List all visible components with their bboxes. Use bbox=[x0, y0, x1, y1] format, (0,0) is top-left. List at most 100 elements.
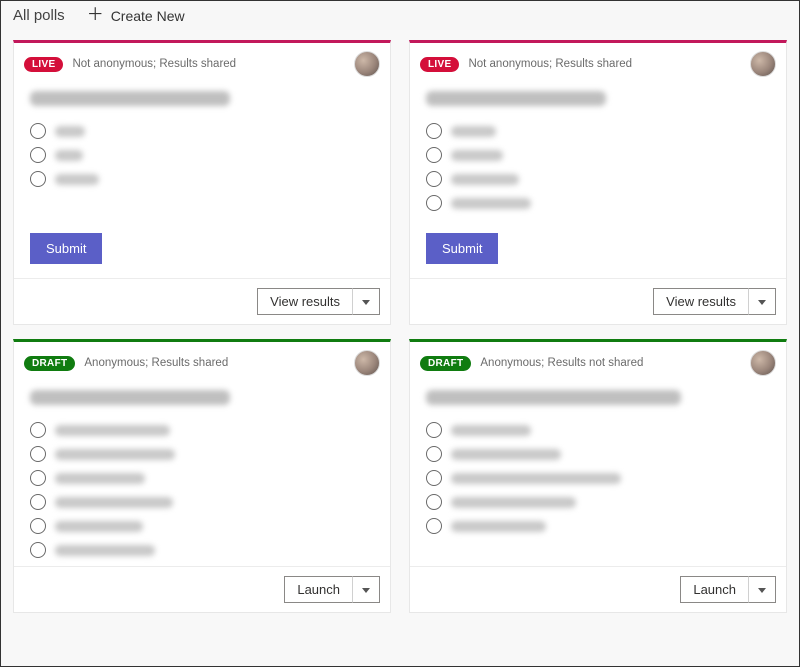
poll-option[interactable] bbox=[426, 470, 770, 486]
poll-card-footer: Launch bbox=[14, 566, 390, 612]
radio-icon bbox=[30, 470, 46, 486]
poll-card: DRAFT Anonymous; Results not shared Launch bbox=[409, 339, 787, 613]
poll-option[interactable] bbox=[30, 147, 374, 163]
submit-button[interactable]: Submit bbox=[30, 233, 102, 264]
view-results-split-button: View results bbox=[257, 288, 380, 315]
poll-option[interactable] bbox=[426, 422, 770, 438]
avatar bbox=[750, 51, 776, 77]
poll-card-header: DRAFT Anonymous; Results not shared bbox=[410, 342, 786, 380]
toolbar: All polls ＋ Create New bbox=[1, 1, 799, 30]
poll-option[interactable] bbox=[30, 518, 374, 534]
poll-option-label bbox=[55, 126, 85, 137]
create-new-button[interactable]: ＋ Create New bbox=[87, 7, 185, 24]
poll-option-label bbox=[451, 174, 519, 185]
poll-option-label bbox=[451, 198, 531, 209]
poll-card-header: LIVE Not anonymous; Results shared bbox=[410, 43, 786, 81]
submit-row: Submit bbox=[14, 219, 390, 278]
radio-icon bbox=[426, 494, 442, 510]
poll-option[interactable] bbox=[426, 195, 770, 211]
radio-icon bbox=[426, 518, 442, 534]
poll-meta-text: Anonymous; Results not shared bbox=[480, 357, 643, 369]
launch-button[interactable]: Launch bbox=[680, 576, 748, 603]
dropdown-button[interactable] bbox=[352, 576, 380, 603]
launch-button[interactable]: Launch bbox=[284, 576, 352, 603]
submit-row: Submit bbox=[410, 219, 786, 278]
poll-card-body bbox=[14, 81, 390, 219]
poll-option-label bbox=[55, 473, 145, 484]
create-new-label: Create New bbox=[111, 8, 185, 24]
radio-icon bbox=[30, 446, 46, 462]
poll-option-label bbox=[451, 126, 496, 137]
poll-option[interactable] bbox=[426, 123, 770, 139]
view-results-split-button: View results bbox=[653, 288, 776, 315]
poll-card-body bbox=[14, 380, 390, 566]
poll-meta-text: Not anonymous; Results shared bbox=[468, 58, 632, 70]
poll-option[interactable] bbox=[426, 147, 770, 163]
poll-option-label bbox=[451, 150, 503, 161]
poll-option-label bbox=[451, 425, 531, 436]
poll-card: LIVE Not anonymous; Results shared Submit V… bbox=[409, 40, 787, 325]
dropdown-button[interactable] bbox=[748, 288, 776, 315]
poll-option[interactable] bbox=[426, 446, 770, 462]
radio-icon bbox=[30, 147, 46, 163]
poll-option[interactable] bbox=[426, 171, 770, 187]
plus-icon: ＋ bbox=[87, 6, 104, 23]
radio-icon bbox=[30, 518, 46, 534]
poll-question bbox=[30, 390, 230, 405]
polls-grid: LIVE Not anonymous; Results shared Submit V… bbox=[1, 30, 799, 625]
radio-icon bbox=[30, 494, 46, 510]
view-results-button[interactable]: View results bbox=[653, 288, 748, 315]
poll-question bbox=[426, 390, 681, 405]
poll-option[interactable] bbox=[30, 422, 374, 438]
poll-meta-text: Not anonymous; Results shared bbox=[72, 58, 236, 70]
poll-option-label bbox=[55, 545, 155, 556]
submit-button[interactable]: Submit bbox=[426, 233, 498, 264]
poll-option-label bbox=[55, 150, 83, 161]
poll-option-label bbox=[55, 521, 143, 532]
poll-option[interactable] bbox=[30, 470, 374, 486]
poll-option-label bbox=[55, 174, 99, 185]
poll-card: DRAFT Anonymous; Results shared Launch bbox=[13, 339, 391, 613]
poll-option-label bbox=[451, 521, 546, 532]
radio-icon bbox=[30, 123, 46, 139]
radio-icon bbox=[30, 422, 46, 438]
poll-card-body bbox=[410, 81, 786, 219]
view-results-button[interactable]: View results bbox=[257, 288, 352, 315]
radio-icon bbox=[426, 422, 442, 438]
status-badge: DRAFT bbox=[24, 356, 75, 371]
radio-icon bbox=[426, 470, 442, 486]
chevron-down-icon bbox=[758, 300, 766, 305]
poll-card: LIVE Not anonymous; Results shared Submit V… bbox=[13, 40, 391, 325]
poll-option[interactable] bbox=[30, 446, 374, 462]
status-badge: DRAFT bbox=[420, 356, 471, 371]
poll-option-label bbox=[451, 473, 621, 484]
poll-meta-text: Anonymous; Results shared bbox=[84, 357, 228, 369]
dropdown-button[interactable] bbox=[352, 288, 380, 315]
launch-split-button: Launch bbox=[680, 576, 776, 603]
poll-option-label bbox=[55, 497, 173, 508]
radio-icon bbox=[426, 446, 442, 462]
poll-option-label bbox=[451, 497, 576, 508]
chevron-down-icon bbox=[758, 588, 766, 593]
poll-question bbox=[30, 91, 230, 106]
poll-option[interactable] bbox=[426, 494, 770, 510]
status-badge: LIVE bbox=[420, 57, 459, 72]
poll-option[interactable] bbox=[30, 542, 374, 558]
poll-card-footer: Launch bbox=[410, 566, 786, 612]
poll-option-label bbox=[55, 425, 170, 436]
status-badge: LIVE bbox=[24, 57, 63, 72]
poll-options bbox=[426, 422, 770, 534]
poll-option-label bbox=[451, 449, 561, 460]
poll-option[interactable] bbox=[30, 171, 374, 187]
avatar bbox=[750, 350, 776, 376]
poll-card-footer: View results bbox=[14, 278, 390, 324]
poll-option[interactable] bbox=[426, 518, 770, 534]
page-title: All polls bbox=[13, 7, 65, 24]
chevron-down-icon bbox=[362, 300, 370, 305]
poll-option[interactable] bbox=[30, 123, 374, 139]
avatar bbox=[354, 51, 380, 77]
poll-option[interactable] bbox=[30, 494, 374, 510]
poll-question bbox=[426, 91, 606, 106]
poll-options bbox=[30, 422, 374, 558]
dropdown-button[interactable] bbox=[748, 576, 776, 603]
